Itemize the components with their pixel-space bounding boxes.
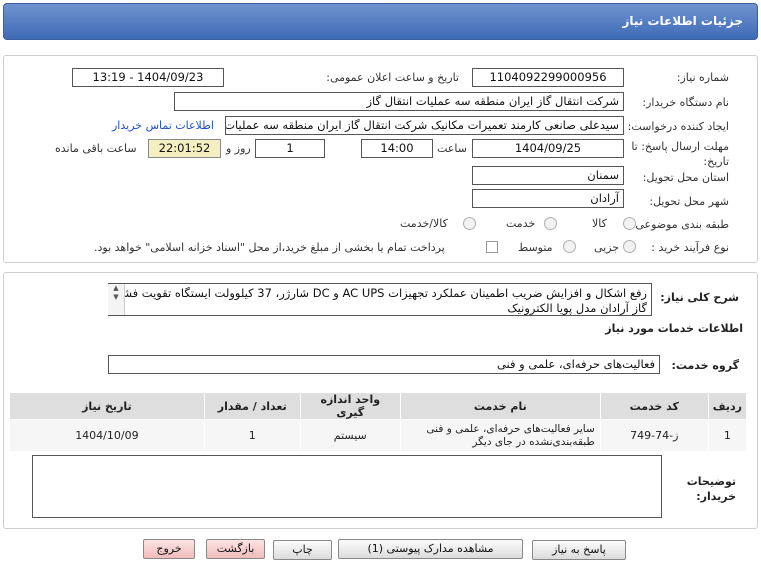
process-type-label: نوع فرآیند خرید : bbox=[651, 241, 729, 254]
description-textarea[interactable]: رفع اشکال و افزایش ضریب اطمینان عملکرد ت… bbox=[108, 283, 652, 316]
remaining-time-field: 22:01:52 bbox=[148, 139, 221, 158]
process-medium-radio[interactable] bbox=[563, 240, 576, 253]
exit-button[interactable]: خروج bbox=[143, 539, 195, 559]
days-label: روز و bbox=[226, 142, 251, 155]
deadline-label: مهلت ارسال پاسخ: تا bbox=[631, 140, 729, 153]
province-field[interactable]: سمنان bbox=[472, 166, 624, 185]
view-attachments-button[interactable]: مشاهده مدارک پیوستی (1) bbox=[338, 539, 523, 559]
description-label: شرح کلی نیاز: bbox=[660, 291, 739, 304]
cell-need-date: 1404/10/09 bbox=[9, 419, 205, 452]
need-number-label: شماره نیاز: bbox=[676, 71, 729, 84]
category-both-radio[interactable] bbox=[463, 217, 476, 230]
service-group-label: گروه خدمت: bbox=[671, 359, 739, 372]
scroll-down-icon[interactable]: ▼ bbox=[108, 293, 124, 302]
creator-label: ایجاد کننده درخواست: bbox=[627, 120, 729, 133]
category-goods-label: کالا bbox=[592, 217, 607, 230]
col-unit-header: واحد اندازه گیری bbox=[299, 392, 401, 420]
buyer-notes-textarea[interactable] bbox=[32, 455, 662, 518]
creator-field[interactable]: سیدعلی صانعی کارمند تعمیرات مکانیک شرکت … bbox=[225, 116, 624, 135]
deadline-time-field[interactable]: 14:00 bbox=[361, 139, 433, 158]
deadline-date-field[interactable]: 1404/09/25 bbox=[472, 139, 624, 158]
treasury-payment-note: پرداخت تمام یا بخشی از مبلغ خرید،از محل … bbox=[94, 241, 445, 254]
buyer-notes-label-2: خریدار: bbox=[696, 490, 736, 503]
col-row-header: ردیف bbox=[707, 392, 748, 420]
deadline-time-label: ساعت bbox=[437, 142, 467, 155]
days-remaining-field[interactable]: 1 bbox=[255, 139, 325, 158]
col-date-header: تاریخ نیاز bbox=[9, 392, 205, 420]
category-service-radio[interactable] bbox=[544, 217, 557, 230]
announce-date-field[interactable]: 1404/09/23 - 13:19 bbox=[72, 68, 224, 87]
services-table: ردیف کد خدمت نام خدمت واحد اندازه گیری ت… bbox=[9, 392, 748, 452]
description-text: رفع اشکال و افزایش ضریب اطمینان عملکرد ت… bbox=[113, 286, 647, 315]
print-button[interactable]: چاپ bbox=[273, 540, 332, 560]
page-title: جزئیات اطلاعات نیاز bbox=[622, 14, 743, 28]
need-number-field[interactable]: 1104092299000956 bbox=[472, 68, 624, 87]
scroll-up-icon[interactable]: ▲ bbox=[108, 284, 124, 293]
buyer-contact-link[interactable]: اطلاعات تماس خریدار bbox=[112, 119, 214, 132]
process-minor-label: جزیی bbox=[594, 241, 620, 254]
process-minor-radio[interactable] bbox=[623, 240, 636, 253]
cell-service-code: ز-74-749 bbox=[599, 419, 709, 452]
province-label: استان محل تحویل: bbox=[642, 171, 729, 184]
announce-date-label: تاریخ و ساعت اعلان عمومی: bbox=[326, 71, 459, 84]
city-field[interactable]: آرادان bbox=[472, 189, 624, 208]
buyer-org-label: نام دستگاه خریدار: bbox=[642, 96, 729, 109]
table-header-row: ردیف کد خدمت نام خدمت واحد اندازه گیری ت… bbox=[9, 392, 748, 420]
back-button[interactable]: بازگشت bbox=[206, 539, 265, 559]
reply-button[interactable]: پاسخ به نیاز bbox=[532, 540, 626, 560]
col-code-header: کد خدمت bbox=[599, 392, 709, 420]
treasury-payment-checkbox[interactable] bbox=[486, 241, 498, 253]
deadline-label-2: تاریخ: bbox=[703, 155, 729, 168]
process-medium-label: متوسط bbox=[518, 241, 553, 254]
category-both-label: کالا/خدمت bbox=[400, 217, 448, 230]
page-header: جزئیات اطلاعات نیاز bbox=[3, 3, 758, 40]
services-section-title: اطلاعات خدمات مورد نیاز bbox=[605, 322, 743, 335]
table-row: 1 ز-74-749 سایر فعالیت‌های حرفه‌ای، علمی… bbox=[9, 419, 748, 452]
cell-service-name: سایر فعالیت‌های حرفه‌ای، علمی و فنی طبقه… bbox=[399, 419, 601, 452]
cell-row-number: 1 bbox=[707, 419, 748, 452]
description-scrollbar[interactable]: ▲ ▼ bbox=[108, 284, 125, 315]
remaining-time-label: ساعت باقی مانده bbox=[55, 142, 137, 155]
service-group-field[interactable]: فعالیت‌های حرفه‌ای، علمی و فنی bbox=[108, 355, 660, 374]
buyer-org-field[interactable]: شرکت انتقال گاز ایران منطقه سه عملیات ان… bbox=[174, 92, 624, 111]
category-goods-radio[interactable] bbox=[623, 217, 636, 230]
buyer-notes-label: توضیحات bbox=[686, 475, 736, 488]
category-label: طبقه بندی موضوعی: bbox=[631, 218, 729, 231]
col-qty-header: تعداد / مقدار bbox=[203, 392, 301, 420]
category-service-label: خدمت bbox=[506, 217, 536, 230]
city-label: شهر محل تحویل: bbox=[649, 195, 729, 208]
col-name-header: نام خدمت bbox=[399, 392, 601, 420]
cell-quantity: 1 bbox=[203, 419, 301, 452]
cell-unit: سیستم bbox=[299, 419, 401, 452]
